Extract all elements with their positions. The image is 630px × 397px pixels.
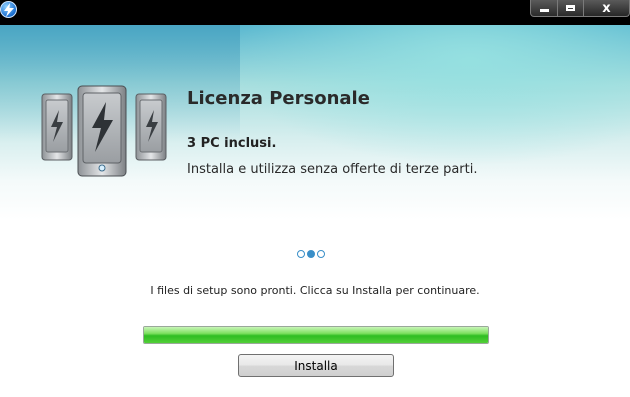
progress-bar-fill: [144, 327, 488, 343]
status-message: I files di setup sono pronti. Clicca su …: [150, 284, 480, 297]
step-dot: [297, 250, 305, 258]
maximize-icon: [566, 5, 575, 11]
lightning-app-icon[interactable]: [0, 1, 17, 18]
close-button[interactable]: x: [584, 0, 630, 17]
step-dot: [317, 250, 325, 258]
maximize-button[interactable]: [558, 0, 584, 17]
license-description: Installa e utilizza senza offerte di ter…: [187, 162, 478, 177]
progress-bar: [143, 326, 489, 344]
window-controls: x: [530, 0, 630, 18]
close-icon: x: [602, 0, 611, 16]
server-towers-lightning-icon: [41, 85, 167, 177]
pcs-included-text: 3 PC inclusi.: [187, 136, 277, 151]
step-indicator: [297, 250, 325, 258]
install-button[interactable]: Installa: [238, 354, 394, 377]
step-dot-active: [307, 250, 315, 258]
title-bar: x: [0, 0, 630, 25]
minimize-button[interactable]: [530, 0, 558, 17]
minimize-icon: [540, 9, 549, 12]
license-title: Licenza Personale: [187, 88, 370, 109]
